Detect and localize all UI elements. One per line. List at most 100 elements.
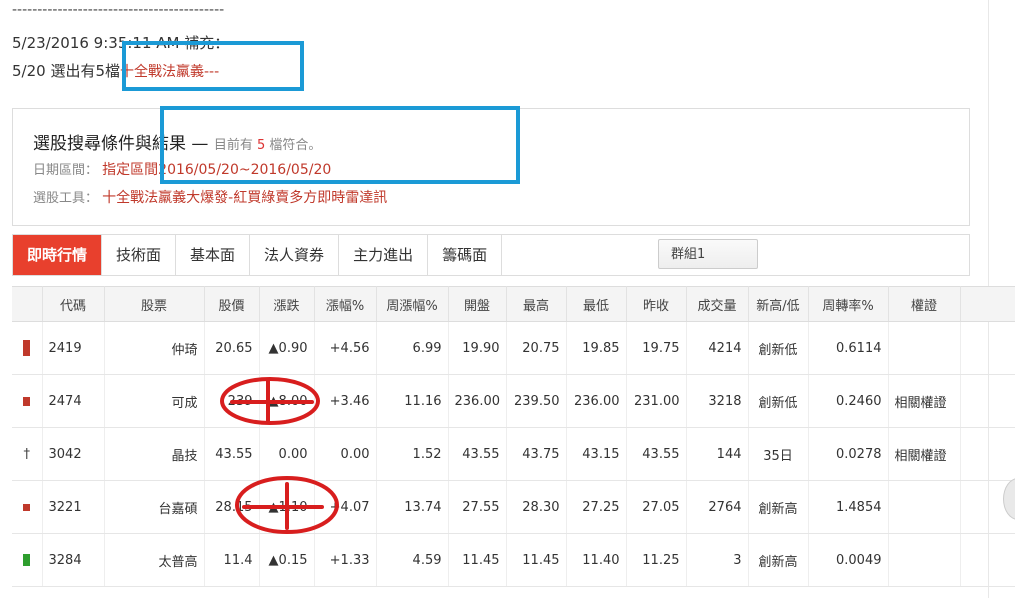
price-cell: 20.65 [204,321,260,375]
tab-institutional[interactable]: 法人資券 [250,235,340,275]
low-cell: 19.85 [566,321,627,375]
low-cell: 27.25 [566,480,627,534]
warrant-link[interactable] [888,321,961,375]
warrant-link[interactable] [888,480,961,534]
stock-code[interactable]: 2474 [42,374,105,428]
turnover-cell: 0.6114 [808,321,889,375]
extra-cell [960,533,1015,587]
turnover-cell: 0.0278 [808,427,889,481]
open-cell: 236.00 [448,374,507,428]
prev-close-cell: 27.05 [626,480,687,534]
header-open[interactable]: 開盤 [448,286,507,322]
stock-code[interactable]: 3042 [42,427,105,481]
stock-name[interactable]: 仲琦 [104,321,205,375]
extra-cell [960,321,1015,375]
header-turnover[interactable]: 周轉率% [808,286,889,322]
candle-indicator [12,480,43,534]
volume-cell: 144 [686,427,749,481]
tab-technical[interactable]: 技術面 [102,235,177,275]
header-indicator [12,286,43,322]
week-pct-cell: 1.52 [376,427,449,481]
stock-name[interactable]: 可成 [104,374,205,428]
group-select-button[interactable]: 群組1 [658,239,758,269]
view-tabs: 即時行情 技術面 基本面 法人資券 主力進出 籌碼面 [12,234,970,276]
candle-indicator [12,321,43,375]
header-low[interactable]: 最低 [566,286,627,322]
change-cell: ▲0.15 [259,533,315,587]
low-cell: 43.15 [566,427,627,481]
price-cell: 239 [204,374,260,428]
high-low-cell: 創新低 [748,321,809,375]
price-cell: 28.15 [204,480,260,534]
header-price[interactable]: 股價 [204,286,260,322]
volume-cell: 3218 [686,374,749,428]
low-cell: 11.40 [566,533,627,587]
header-extra [960,286,1015,322]
turnover-cell: 0.0049 [808,533,889,587]
change-cell: ▲8.00 [259,374,315,428]
header-change-pct[interactable]: 漲幅% [314,286,377,322]
turnover-cell: 1.4854 [808,480,889,534]
candle-indicator [12,533,43,587]
change-pct-cell: +4.56 [314,321,377,375]
turnover-cell: 0.2460 [808,374,889,428]
warrant-link[interactable]: 相關權證 [888,374,961,428]
warrant-link[interactable] [888,533,961,587]
low-cell: 236.00 [566,374,627,428]
table-row[interactable]: 3221 台嘉碩 28.15 ▲1.10 +4.07 13.74 27.55 2… [12,480,1015,534]
volume-cell: 4214 [686,321,749,375]
header-volume[interactable]: 成交量 [686,286,749,322]
tab-realtime[interactable]: 即時行情 [13,235,103,275]
prev-close-cell: 19.75 [626,321,687,375]
tab-fundamental[interactable]: 基本面 [176,235,251,275]
stock-code[interactable]: 2419 [42,321,105,375]
table-row[interactable]: † 3042 晶技 43.55 0.00 0.00 1.52 43.55 43.… [12,427,1015,481]
prev-close-cell: 11.25 [626,533,687,587]
prev-close-cell: 231.00 [626,374,687,428]
selection-prefix: 5/20 選出有5檔 [12,62,120,80]
tool-label: 選股工具： [33,191,99,206]
open-cell: 11.45 [448,533,507,587]
header-week-pct[interactable]: 周漲幅% [376,286,449,322]
high-low-cell: 創新低 [748,374,809,428]
change-cell: 0.00 [259,427,315,481]
stock-name[interactable]: 晶技 [104,427,205,481]
highlight-box-results [160,106,520,184]
week-pct-cell: 13.74 [376,480,449,534]
high-cell: 239.50 [506,374,567,428]
high-cell: 43.75 [506,427,567,481]
header-warrant[interactable]: 權證 [888,286,961,322]
high-low-cell: 創新高 [748,480,809,534]
stock-code[interactable]: 3221 [42,480,105,534]
tool-value[interactable]: 十全戰法羸義大爆發-紅買綠賣多方即時雷達訊 [102,190,387,206]
stock-name[interactable]: 太普高 [104,533,205,587]
table-row[interactable]: 2474 可成 239 ▲8.00 +3.46 11.16 236.00 239… [12,374,1015,428]
stock-name[interactable]: 台嘉碩 [104,480,205,534]
warrant-link[interactable]: 相關權證 [888,427,961,481]
header-new-high-low[interactable]: 新高/低 [748,286,809,322]
open-cell: 27.55 [448,480,507,534]
table-row[interactable]: 2419 仲琦 20.65 ▲0.90 +4.56 6.99 19.90 20.… [12,321,1015,375]
high-low-cell: 創新高 [748,533,809,587]
separator-line: ----------------------------------------… [12,2,225,18]
change-cell: ▲0.90 [259,321,315,375]
tab-major-players[interactable]: 主力進出 [339,235,429,275]
week-pct-cell: 4.59 [376,533,449,587]
header-change[interactable]: 漲跌 [259,286,315,322]
change-pct-cell: +1.33 [314,533,377,587]
week-pct-cell: 6.99 [376,321,449,375]
header-code[interactable]: 代碼 [42,286,105,322]
table-row[interactable]: 3284 太普高 11.4 ▲0.15 +1.33 4.59 11.45 11.… [12,533,1015,587]
open-cell: 19.90 [448,321,507,375]
candle-indicator [12,374,43,428]
change-pct-cell: +4.07 [314,480,377,534]
header-stock[interactable]: 股票 [104,286,205,322]
open-cell: 43.55 [448,427,507,481]
tab-chips[interactable]: 籌碼面 [428,235,503,275]
stock-code[interactable]: 3284 [42,533,105,587]
extra-cell [960,374,1015,428]
header-high[interactable]: 最高 [506,286,567,322]
header-prev-close[interactable]: 昨收 [626,286,687,322]
high-low-cell: 35日 [748,427,809,481]
volume-cell: 3 [686,533,749,587]
